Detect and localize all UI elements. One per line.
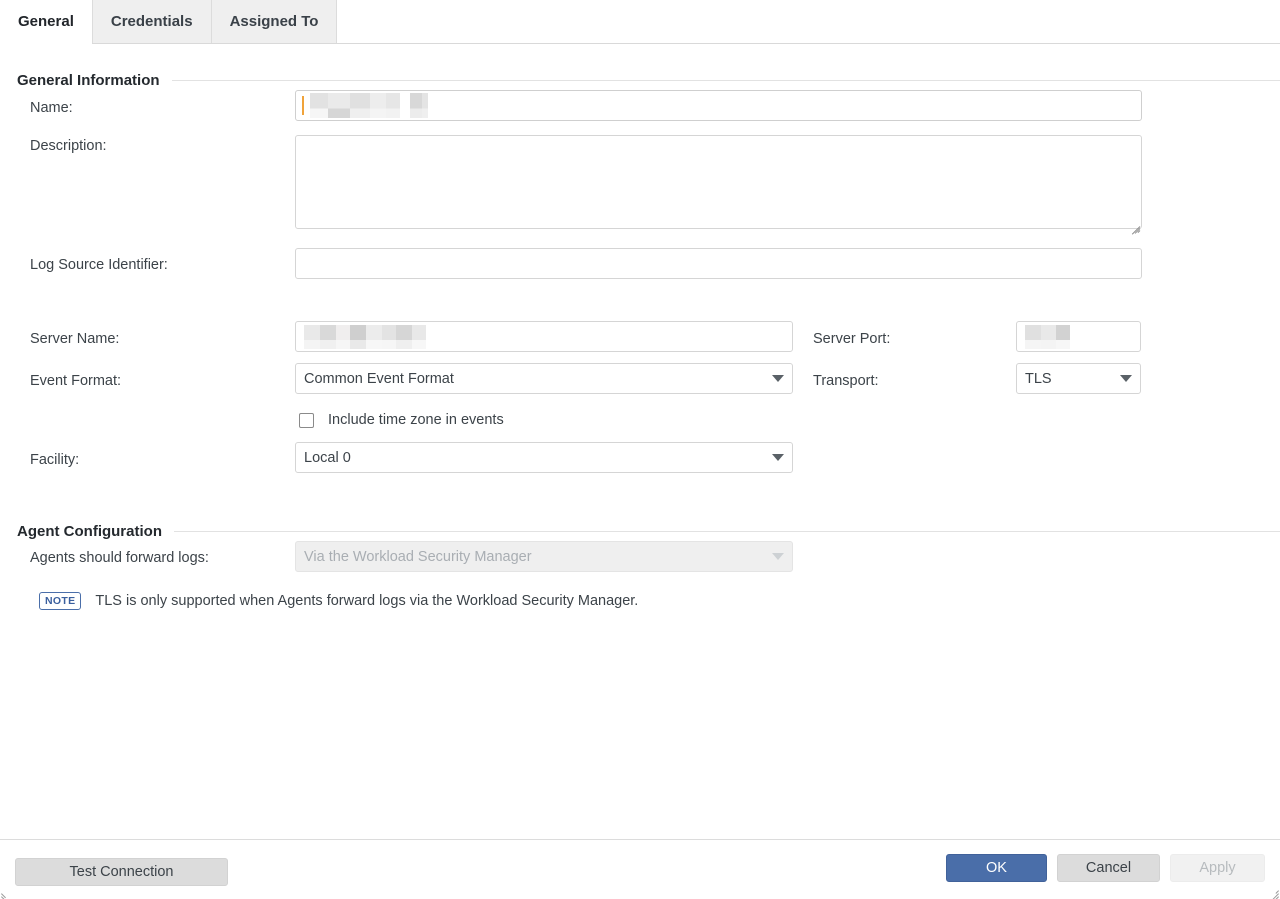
cancel-button[interactable]: Cancel [1057, 854, 1160, 882]
chevron-down-icon [1120, 375, 1132, 382]
label-name: Name: [30, 100, 73, 116]
log-source-dialog: General Credentials Assigned To General … [0, 0, 1280, 899]
test-connection-label: Test Connection [69, 864, 174, 880]
field-row-name: Name: [30, 98, 295, 118]
text-caret [302, 96, 304, 115]
event-format-value: Common Event Format [304, 370, 454, 387]
chevron-down-icon [772, 553, 784, 560]
tab-assigned-to[interactable]: Assigned To [211, 0, 338, 43]
event-format-dropdown[interactable]: Common Event Format [295, 363, 793, 394]
test-connection-button[interactable]: Test Connection [15, 858, 228, 886]
description-textarea[interactable] [295, 135, 1142, 229]
server-port-input[interactable] [1016, 321, 1141, 352]
field-row-server-name: Server Name: [30, 329, 295, 349]
label-log-source-identifier: Log Source Identifier: [30, 257, 168, 273]
dialog-footer: Test Connection OK Cancel Apply [0, 839, 1280, 899]
note-badge: NOTE [39, 592, 82, 610]
server-name-input[interactable] [295, 321, 793, 352]
field-row-log-source-identifier: Log Source Identifier: [30, 255, 295, 275]
log-source-identifier-input[interactable] [295, 248, 1142, 279]
chevron-down-icon [772, 375, 784, 382]
name-input[interactable] [295, 90, 1142, 121]
field-row-forward-logs: Agents should forward logs: [30, 548, 295, 568]
transport-value: TLS [1025, 370, 1052, 387]
label-facility: Facility: [30, 452, 80, 468]
forward-logs-dropdown: Via the Workload Security Manager [295, 541, 793, 572]
section-divider [171, 80, 1280, 81]
tab-credentials[interactable]: Credentials [92, 0, 212, 43]
section-header-general-information: General Information [0, 72, 1280, 89]
tab-general-label: General [18, 13, 74, 30]
section-title-general-information: General Information [17, 72, 160, 89]
include-timezone-row: Include time zone in events [299, 412, 504, 428]
chevron-down-icon [772, 454, 784, 461]
field-row-server-port: Server Port: [813, 329, 1013, 349]
field-row-transport: Transport: [813, 371, 1013, 391]
note-row: NOTE TLS is only supported when Agents f… [39, 592, 638, 610]
dialog-content: General Information Name: Description: L… [0, 44, 1280, 839]
cancel-label: Cancel [1085, 860, 1132, 876]
tab-credentials-label: Credentials [110, 13, 193, 30]
section-header-agent-configuration: Agent Configuration [0, 523, 1280, 540]
label-transport: Transport: [813, 373, 879, 389]
include-timezone-checkbox[interactable] [299, 412, 314, 428]
note-text: TLS is only supported when Agents forwar… [95, 593, 639, 609]
transport-dropdown[interactable]: TLS [1016, 363, 1141, 394]
facility-dropdown[interactable]: Local 0 [295, 442, 793, 473]
apply-label: Apply [1199, 860, 1236, 876]
section-divider [173, 531, 1280, 532]
ok-button[interactable]: OK [946, 854, 1047, 882]
label-server-port: Server Port: [813, 331, 891, 347]
tab-general[interactable]: General [0, 0, 93, 44]
tab-bar-filler [337, 0, 1280, 44]
field-row-event-format: Event Format: [30, 371, 295, 391]
tab-assigned-to-label: Assigned To [229, 13, 319, 30]
forward-logs-value: Via the Workload Security Manager [304, 548, 532, 565]
ok-label: OK [986, 860, 1007, 876]
label-server-name: Server Name: [30, 331, 120, 347]
label-event-format: Event Format: [30, 373, 122, 389]
include-timezone-label[interactable]: Include time zone in events [328, 412, 504, 428]
apply-button: Apply [1170, 854, 1265, 882]
tab-bar: General Credentials Assigned To [0, 0, 1280, 44]
field-row-description: Description: [30, 136, 295, 156]
section-title-agent-configuration: Agent Configuration [17, 523, 162, 540]
label-forward-logs: Agents should forward logs: [30, 550, 209, 566]
facility-value: Local 0 [304, 449, 351, 466]
field-row-facility: Facility: [30, 450, 295, 470]
label-description: Description: [30, 138, 107, 154]
